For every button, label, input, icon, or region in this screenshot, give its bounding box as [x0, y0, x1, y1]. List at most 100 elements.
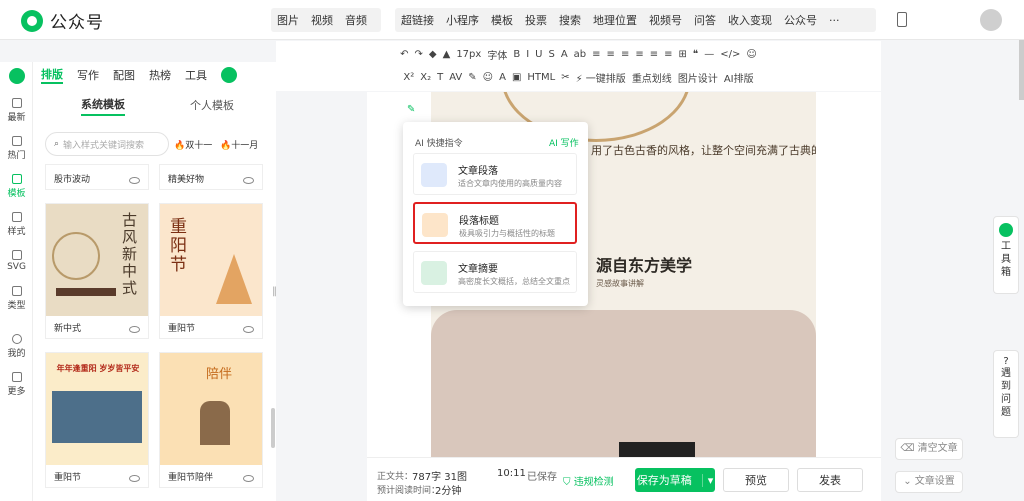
- template-card[interactable]: 重阳节 重阳节: [159, 203, 263, 339]
- format2-tool-0[interactable]: X²: [403, 72, 414, 83]
- menu-search[interactable]: 搜索: [553, 12, 587, 28]
- menu-video[interactable]: 视频: [305, 12, 339, 28]
- avatar[interactable]: [980, 9, 1002, 31]
- rail-more[interactable]: 更多: [0, 372, 33, 397]
- ai-write-link[interactable]: AI 写作: [549, 136, 579, 149]
- format2-tool-8[interactable]: HTML: [527, 72, 555, 83]
- format-tool-17[interactable]: ≡: [664, 49, 672, 60]
- ai-summary-item[interactable]: 文章摘要 高密度长文概括，总结全文重点: [413, 251, 577, 293]
- format-tool-21[interactable]: </>: [720, 49, 740, 60]
- search-input[interactable]: ⌕ 输入样式关键词搜索: [45, 132, 169, 156]
- menu-monetize[interactable]: 收入变现: [722, 12, 778, 28]
- format-tool-9[interactable]: S: [548, 49, 554, 60]
- format-tool-13[interactable]: ≡: [607, 49, 615, 60]
- menu-channels[interactable]: 视频号: [643, 12, 688, 28]
- format-tool-20[interactable]: —: [704, 49, 714, 60]
- rail-style[interactable]: 样式: [0, 212, 33, 237]
- publish-button[interactable]: 发表: [797, 468, 863, 492]
- format2-tool-5[interactable]: ☺: [483, 72, 493, 83]
- format-tool-1[interactable]: ↷: [415, 49, 423, 60]
- format-tool-15[interactable]: ≡: [635, 49, 643, 60]
- template-card[interactable]: 陪伴 重阳节陪伴: [159, 352, 263, 488]
- template-card[interactable]: 古风新中式 新中式: [45, 203, 149, 339]
- tab-system-templates[interactable]: 系统模板: [81, 94, 125, 116]
- tab-layout[interactable]: 排版: [41, 66, 63, 84]
- eye-icon[interactable]: [129, 177, 140, 184]
- rail-mine[interactable]: 我的: [0, 334, 33, 359]
- tag-november[interactable]: 🔥十一月: [220, 138, 258, 151]
- format-tool-14[interactable]: ≡: [621, 49, 629, 60]
- format-tool-12[interactable]: ≡: [592, 49, 600, 60]
- template-card[interactable]: 股市波动: [45, 164, 149, 190]
- eye-icon[interactable]: [243, 326, 254, 333]
- menu-qa[interactable]: 问答: [688, 12, 722, 28]
- format-tool-22[interactable]: ☺: [746, 49, 756, 60]
- format2-tool-12[interactable]: 图片设计: [678, 70, 718, 85]
- format2-tool-9[interactable]: ✂: [561, 72, 569, 83]
- format2-tool-7[interactable]: ▣: [512, 72, 521, 83]
- mobile-preview-icon[interactable]: [897, 12, 907, 27]
- compliance-check[interactable]: ⛉ 违规检测: [563, 473, 614, 488]
- menu-vote[interactable]: 投票: [519, 12, 553, 28]
- format2-tool-10[interactable]: ⚡ 一键排版: [576, 70, 626, 85]
- format-tool-0[interactable]: ↶: [400, 49, 408, 60]
- template-card[interactable]: 精美好物: [159, 164, 263, 190]
- format-tool-5[interactable]: 字体: [487, 47, 507, 62]
- format-tool-18[interactable]: ⊞: [679, 49, 687, 60]
- menu-template[interactable]: 模板: [485, 12, 519, 28]
- template-card[interactable]: 年年逢重阳 岁岁皆平安 重阳节: [45, 352, 149, 488]
- format-tool-10[interactable]: A: [561, 49, 568, 60]
- format2-tool-3[interactable]: AV: [449, 72, 462, 83]
- preview-button[interactable]: 预览: [723, 468, 789, 492]
- ai-title-item[interactable]: 段落标题 极具吸引力与概括性的标题: [413, 202, 577, 244]
- eye-icon[interactable]: [243, 177, 254, 184]
- tab-image[interactable]: 配图: [113, 67, 135, 83]
- tab-personal-templates[interactable]: 个人模板: [190, 94, 234, 116]
- format-tool-3[interactable]: ▲: [443, 49, 451, 60]
- format-tool-16[interactable]: ≡: [650, 49, 658, 60]
- dropdown-icon[interactable]: ▾: [701, 473, 713, 487]
- clear-article-button[interactable]: ⌫ 清空文章: [895, 438, 963, 460]
- app-logo[interactable]: 公众号: [20, 8, 104, 33]
- eye-icon[interactable]: [243, 475, 254, 482]
- tag-double-eleven[interactable]: 🔥双十一: [174, 138, 212, 151]
- rail-hot[interactable]: 热门: [0, 136, 33, 161]
- format2-tool-2[interactable]: T: [437, 72, 443, 83]
- format-tool-8[interactable]: U: [535, 49, 542, 60]
- format2-tool-11[interactable]: 重点划线: [632, 70, 672, 85]
- toggle-icon[interactable]: [221, 67, 237, 83]
- menu-more[interactable]: ···: [823, 14, 846, 27]
- menu-miniprogram[interactable]: 小程序: [440, 12, 485, 28]
- menu-official-account[interactable]: 公众号: [778, 12, 823, 28]
- rail-logo[interactable]: [0, 68, 33, 87]
- rail-svg[interactable]: SVG: [0, 250, 33, 272]
- format-tool-6[interactable]: B: [513, 49, 520, 60]
- menu-image[interactable]: 图片: [271, 12, 305, 28]
- format-tool-4[interactable]: 17px: [456, 49, 481, 60]
- format-tool-19[interactable]: ❝: [693, 49, 698, 60]
- save-draft-button[interactable]: 保存为草稿 ▾: [635, 468, 715, 492]
- rail-template[interactable]: 模板: [0, 174, 33, 199]
- collapse-handle[interactable]: ‖: [272, 286, 280, 308]
- menu-hyperlink[interactable]: 超链接: [395, 12, 440, 28]
- rail-type[interactable]: 类型: [0, 286, 33, 311]
- format2-tool-4[interactable]: ✎: [468, 72, 476, 83]
- format2-tool-1[interactable]: X₂: [420, 72, 431, 83]
- tab-hot[interactable]: 热榜: [149, 67, 171, 83]
- eye-icon[interactable]: [129, 475, 140, 482]
- panel-scrollbar[interactable]: [271, 408, 275, 448]
- format-tool-11[interactable]: ab: [574, 49, 586, 60]
- menu-location[interactable]: 地理位置: [587, 12, 643, 28]
- tab-tools[interactable]: 工具: [185, 67, 207, 83]
- format2-tool-13[interactable]: AI排版: [724, 70, 754, 85]
- ai-icon[interactable]: ✎: [407, 104, 417, 116]
- tab-write[interactable]: 写作: [77, 67, 99, 83]
- toolbox-button[interactable]: 工具箱: [993, 216, 1019, 294]
- ai-paragraph-item[interactable]: 文章段落 适合文章内使用的高质量内容: [413, 153, 577, 195]
- format2-tool-6[interactable]: A: [499, 72, 506, 83]
- rail-latest[interactable]: 最新: [0, 98, 33, 123]
- page-scrollbar[interactable]: [1019, 40, 1024, 100]
- article-settings-button[interactable]: ⌄ 文章设置: [895, 471, 963, 493]
- format-tool-2[interactable]: ◆: [429, 49, 437, 60]
- eye-icon[interactable]: [129, 326, 140, 333]
